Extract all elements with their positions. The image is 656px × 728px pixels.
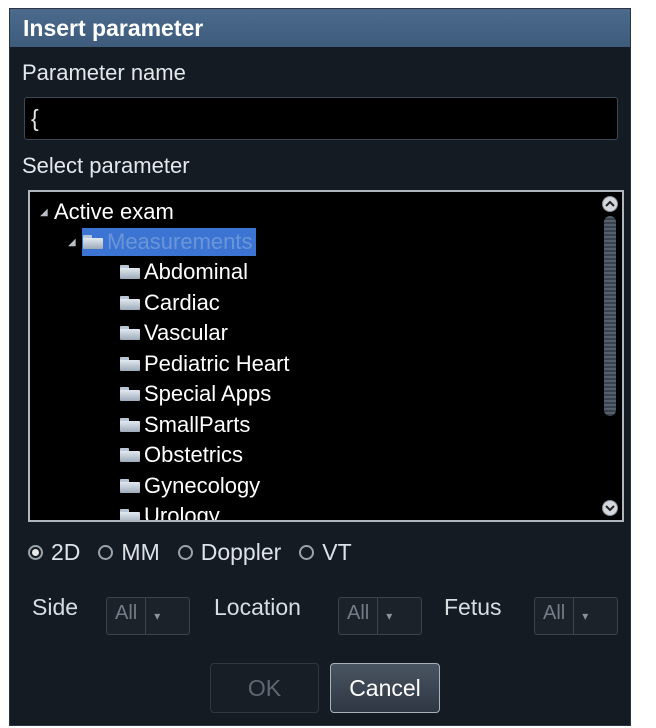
tree-node[interactable]: SmallParts bbox=[119, 410, 250, 440]
folder-icon bbox=[119, 478, 141, 494]
chevron-down-icon[interactable]: ▾ bbox=[145, 598, 168, 634]
location-dropdown[interactable]: All ▾ bbox=[338, 597, 422, 635]
radio-label: 2D bbox=[51, 539, 81, 565]
tree-node[interactable]: Cardiac bbox=[119, 288, 220, 318]
select-parameter-label: Select parameter bbox=[22, 153, 190, 178]
radio-doppler[interactable]: Doppler bbox=[177, 539, 282, 566]
location-label: Location bbox=[214, 594, 301, 620]
parameter-name-label: Parameter name bbox=[22, 60, 186, 85]
tree-node-label: Obstetrics bbox=[144, 442, 244, 467]
tree-node-label: Urology bbox=[144, 503, 220, 522]
insert-parameter-dialog: Insert parameter Parameter name Select p… bbox=[9, 8, 631, 726]
folder-icon bbox=[82, 234, 104, 250]
triangle-collapse-icon[interactable]: ◢ bbox=[40, 207, 54, 218]
radio-vt[interactable]: VT bbox=[299, 539, 352, 566]
tree-scrollbar[interactable] bbox=[600, 194, 620, 518]
tree-node-active-exam[interactable]: ◢ Active exam bbox=[40, 197, 174, 227]
tree-node[interactable]: Urology bbox=[119, 501, 220, 522]
folder-icon bbox=[119, 417, 141, 433]
fetus-value: All bbox=[543, 602, 566, 624]
ok-button[interactable]: OK bbox=[210, 663, 319, 713]
radio-2d[interactable]: 2D bbox=[28, 539, 80, 566]
tree-node-label: Gynecology bbox=[144, 473, 261, 498]
folder-icon bbox=[119, 508, 141, 520]
triangle-collapse-icon[interactable]: ◢ bbox=[68, 237, 82, 248]
folder-icon bbox=[119, 386, 141, 402]
location-value: All bbox=[347, 602, 370, 624]
tree-node-label: Abdominal bbox=[144, 259, 248, 284]
scroll-down-icon[interactable] bbox=[602, 500, 618, 516]
tree-node-label: SmallParts bbox=[144, 412, 251, 437]
radio-indicator[interactable] bbox=[28, 545, 43, 560]
radio-label: MM bbox=[121, 539, 160, 565]
folder-icon bbox=[119, 264, 141, 280]
side-value: All bbox=[115, 602, 138, 624]
tree-node[interactable]: Abdominal bbox=[119, 257, 248, 287]
chevron-down-icon[interactable]: ▾ bbox=[573, 598, 596, 634]
tree-node-label: Measurements bbox=[107, 229, 253, 254]
folder-icon bbox=[119, 356, 141, 372]
cancel-button[interactable]: Cancel bbox=[330, 663, 440, 713]
tree-node-label: Vascular bbox=[144, 320, 228, 345]
scroll-up-icon[interactable] bbox=[602, 196, 618, 212]
tree-node-measurements[interactable]: ◢ Measurements bbox=[68, 227, 256, 257]
folder-icon bbox=[119, 295, 141, 311]
fetus-dropdown[interactable]: All ▾ bbox=[534, 597, 618, 635]
radio-indicator[interactable] bbox=[98, 545, 114, 560]
tree-node-label: Pediatric Heart bbox=[144, 351, 290, 376]
chevron-down-icon[interactable]: ▾ bbox=[377, 598, 400, 634]
tree-node[interactable]: Pediatric Heart bbox=[119, 349, 290, 379]
tree-node-label: Special Apps bbox=[144, 381, 272, 406]
mode-radio-group: 2D MM Doppler VT bbox=[28, 539, 370, 566]
tree-node[interactable]: Obstetrics bbox=[119, 440, 243, 470]
scrollbar-thumb[interactable] bbox=[604, 216, 616, 416]
radio-label: Doppler bbox=[200, 539, 282, 565]
dialog-title: Insert parameter bbox=[10, 9, 630, 47]
tree-node-label: Cardiac bbox=[144, 290, 220, 315]
side-dropdown[interactable]: All ▾ bbox=[106, 597, 190, 635]
side-label: Side bbox=[32, 594, 79, 620]
tree-node[interactable]: Special Apps bbox=[119, 379, 271, 409]
parameter-name-input[interactable] bbox=[24, 97, 618, 140]
folder-icon bbox=[119, 325, 141, 341]
folder-icon bbox=[119, 447, 141, 463]
tree-node[interactable]: Gynecology bbox=[119, 471, 260, 501]
parameter-tree[interactable]: ◢ Active exam ◢ Measurements Abdominal C… bbox=[28, 190, 624, 522]
radio-mm[interactable]: MM bbox=[98, 539, 160, 566]
tree-node-label: Active exam bbox=[54, 199, 174, 224]
radio-label: VT bbox=[322, 539, 352, 565]
tree-node[interactable]: Vascular bbox=[119, 318, 228, 348]
radio-indicator[interactable] bbox=[177, 545, 193, 560]
radio-indicator[interactable] bbox=[299, 545, 315, 560]
fetus-label: Fetus bbox=[444, 594, 502, 620]
